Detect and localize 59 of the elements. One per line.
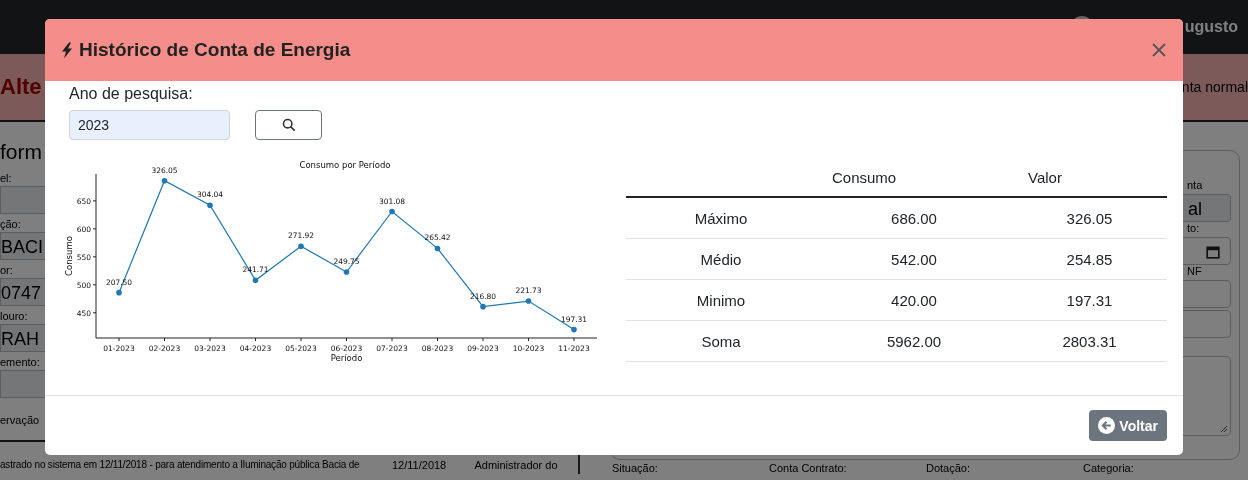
search-button[interactable]	[255, 110, 322, 140]
data-point	[252, 277, 259, 284]
field-label: ervação	[0, 414, 40, 426]
table-cell-text: 12/11/2018	[392, 459, 448, 471]
field-label: ção:	[0, 218, 21, 230]
modal-title: Histórico de Conta de Energia	[79, 39, 352, 61]
table-cell: 326.05	[1012, 197, 1167, 239]
field-label: Dotação:	[926, 462, 971, 474]
table-cell: 254.85	[1012, 238, 1167, 280]
resize-grip-icon[interactable]	[1220, 425, 1228, 433]
axis-title: Período	[330, 353, 363, 363]
data-point	[525, 298, 532, 304]
data-point	[389, 208, 395, 215]
field-label: Categoria:	[1083, 462, 1134, 474]
table-cell: 542.00	[816, 238, 1012, 280]
user-name[interactable]: ugusto	[1184, 18, 1238, 36]
data-point	[161, 177, 168, 184]
table-cell: 197.31	[1012, 279, 1167, 321]
field-label: or:	[0, 264, 13, 276]
field-label: Ano de pesquisa:	[69, 85, 194, 104]
field-label: nta	[1187, 179, 1203, 191]
back-button[interactable]: Voltar	[1089, 410, 1167, 441]
table-cell: 2803.31	[1012, 320, 1167, 362]
table-cell: 5962.00	[816, 320, 1012, 362]
field-label: emento:	[0, 356, 40, 368]
arrow-left-icon	[1098, 417, 1116, 434]
table-cell: 420.00	[816, 279, 1012, 321]
data-point	[434, 245, 441, 252]
table-cell: Médio	[626, 238, 816, 280]
close-icon[interactable]	[1151, 42, 1167, 58]
data-point	[298, 243, 304, 249]
data-point	[480, 303, 486, 310]
field-label: NF	[1187, 265, 1202, 277]
field-label: el:	[0, 172, 12, 184]
status-text: nta normal	[1181, 79, 1248, 95]
axis-title: Consumo	[64, 236, 74, 276]
table-cell-text: Administrador do	[473, 459, 559, 471]
column-header: Valor	[1012, 159, 1167, 197]
field-label: louro:	[0, 310, 28, 322]
lightning-bolt-icon	[61, 41, 73, 59]
section-heading: form	[0, 140, 42, 165]
data-point	[571, 326, 577, 333]
data-point	[207, 202, 213, 209]
field-label: Situação:	[612, 462, 658, 474]
column-header: Consumo	[816, 159, 1012, 197]
table-cell-text: astrado no sistema em 12/11/2018 - para atendimento a Iluminação pública Bacia de	[0, 459, 361, 471]
table-cell: 686.00	[816, 197, 1012, 239]
search-icon	[281, 118, 296, 132]
chart-title: Consumo por Período	[299, 160, 391, 170]
field-label: Conta Contrato:	[769, 462, 847, 474]
data-point	[116, 289, 122, 296]
page-title: Alte	[0, 74, 42, 100]
year-input[interactable]: 2023	[69, 110, 230, 140]
table-cell: Minimo	[626, 279, 816, 321]
table-cell: Soma	[626, 320, 816, 362]
calendar-icon[interactable]	[1206, 245, 1220, 259]
field-label: to:	[1187, 222, 1200, 234]
data-point	[343, 269, 350, 275]
table-cell: Máximo	[626, 197, 816, 239]
